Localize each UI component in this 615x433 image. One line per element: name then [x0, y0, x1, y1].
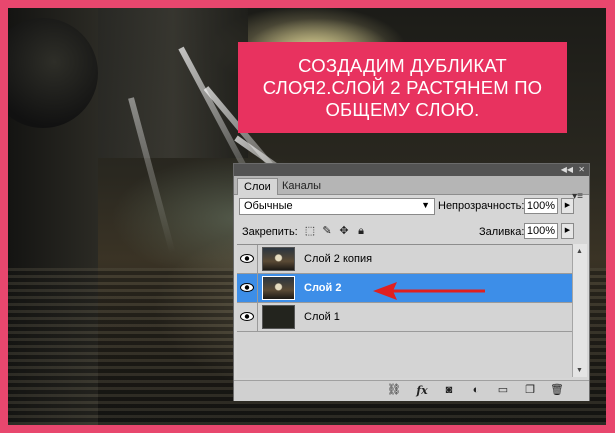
layer-thumbnail	[262, 276, 295, 300]
layers-list: Слой 2 копия Слой 2 Слой 1	[237, 244, 572, 378]
tab-channels[interactable]: Каналы	[276, 178, 327, 194]
chevron-down-icon: ▼	[421, 200, 430, 210]
lock-all-icon[interactable]: 🔒︎	[355, 225, 367, 237]
pink-frame: СОЗДАДИМ ДУБЛИКАТ СЛОЯ2.СЛОЙ 2 РАСТЯНЕМ …	[0, 0, 615, 433]
panel-bottom-toolbar: ⛓ fx ◙ ◐ ▭ ❐ 🗑︎	[234, 380, 589, 401]
link-layers-icon[interactable]: ⛓	[387, 384, 401, 397]
visibility-toggle[interactable]	[237, 303, 258, 331]
opacity-slider-arrow-icon[interactable]: ▶	[561, 198, 574, 214]
fill-slider-arrow-icon[interactable]: ▶	[561, 223, 574, 239]
tab-layers[interactable]: Слои	[237, 178, 278, 195]
opacity-input[interactable]: 100%	[524, 198, 558, 214]
panel-tab-bar: Слои Каналы ▾≡	[234, 176, 589, 202]
layer-thumbnail	[262, 247, 295, 271]
delete-layer-icon[interactable]: 🗑︎	[550, 384, 564, 397]
layer-name[interactable]: Слой 2 копия	[304, 253, 372, 265]
fx-layer-style-icon[interactable]: fx	[415, 384, 429, 397]
scroll-down-icon[interactable]: ▼	[576, 367, 583, 374]
lock-image-pixels-icon[interactable]: ✎	[321, 225, 333, 237]
scroll-up-icon[interactable]: ▲	[576, 248, 583, 255]
lock-label: Закрепить:	[242, 226, 298, 238]
collapse-icon[interactable]: ◀◀	[561, 164, 573, 176]
layer-thumbnail	[262, 305, 295, 329]
instruction-caption-text: СОЗДАДИМ ДУБЛИКАТ СЛОЯ2.СЛОЙ 2 РАСТЯНЕМ …	[262, 54, 543, 120]
layers-scrollbar[interactable]: ▲ ▼	[572, 244, 587, 377]
fill-label: Заливка:	[479, 226, 525, 238]
fill-input[interactable]: 100%	[524, 223, 558, 239]
adjustment-layer-icon[interactable]: ◐	[469, 384, 483, 397]
new-group-icon[interactable]: ▭	[496, 384, 510, 397]
panel-title-bar[interactable]: ◀◀ ✕	[234, 164, 589, 176]
lock-position-icon[interactable]: ✥	[338, 225, 350, 237]
new-layer-icon[interactable]: ❐	[523, 384, 537, 397]
layer-name[interactable]: Слой 2	[304, 282, 341, 294]
opacity-label: Непрозрачность:	[438, 200, 525, 212]
instruction-caption: СОЗДАДИМ ДУБЛИКАТ СЛОЯ2.СЛОЙ 2 РАСТЯНЕМ …	[238, 42, 567, 133]
red-arrow-annotation	[373, 282, 485, 300]
lock-transparent-pixels-icon[interactable]: ⬚	[304, 225, 316, 237]
eye-icon	[240, 283, 254, 292]
layer-name[interactable]: Слой 1	[304, 311, 340, 323]
eye-icon	[240, 254, 254, 263]
layer-row[interactable]: Слой 1	[237, 303, 572, 332]
eye-icon	[240, 312, 254, 321]
visibility-toggle[interactable]	[237, 245, 258, 273]
layer-row[interactable]: Слой 2 копия	[237, 245, 572, 274]
add-mask-icon[interactable]: ◙	[442, 384, 456, 397]
visibility-toggle[interactable]	[237, 274, 258, 302]
close-icon[interactable]: ✕	[578, 164, 585, 176]
blend-mode-select[interactable]: Обычные ▼	[239, 198, 435, 215]
blend-mode-value: Обычные	[244, 200, 293, 212]
